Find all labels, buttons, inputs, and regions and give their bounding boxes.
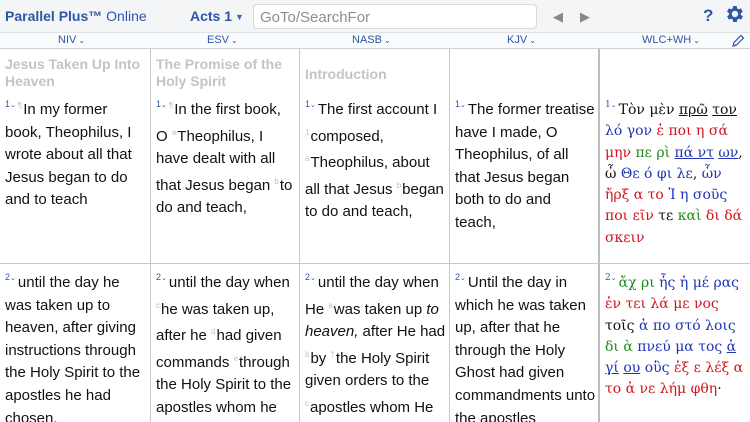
- greek-word[interactable]: Τὸν μὲν: [619, 102, 679, 118]
- greek-word[interactable]: ἐν τει λά με νος: [605, 296, 719, 312]
- verse-2[interactable]: 2⌄ ἄχ ρι ἧς ἡ μέ ρας ἐν τει λά με νος τοῖ…: [605, 268, 749, 401]
- verse-number[interactable]: 2⌄: [605, 273, 617, 283]
- footnote-marker[interactable]: b: [397, 181, 401, 190]
- greek-word[interactable]: ἤρξ α το: [605, 187, 668, 203]
- chevron-down-icon: ⌄: [529, 36, 536, 45]
- footnote-marker[interactable]: b: [305, 350, 309, 359]
- chevron-down-icon: ⌄: [231, 36, 238, 45]
- verse-1[interactable]: 1⌄ The first account I 1composed, aTheoph…: [305, 93, 447, 224]
- help-icon[interactable]: ?: [703, 6, 713, 26]
- next-chapter-icon[interactable]: ▶: [580, 9, 590, 25]
- column-wlc-wh: 1⌄ Τὸν μὲν πρῶ τον λό γον ἐ ποι η σά μην …: [600, 49, 750, 422]
- version-selector-wlc-wh[interactable]: WLC+WH ⌄: [642, 34, 700, 46]
- greek-word[interactable]: πνεύ μα τος: [633, 339, 727, 355]
- greek-word[interactable]: ὧν: [702, 166, 722, 182]
- book-chapter-selector[interactable]: Acts 1 ▼: [190, 8, 244, 24]
- footnote-marker[interactable]: a: [305, 154, 309, 163]
- greek-word[interactable]: ου: [623, 360, 640, 376]
- greek-word[interactable]: ἀ νε λήμ φθη: [621, 381, 718, 397]
- version-selector-niv[interactable]: NIV ⌄: [58, 34, 85, 46]
- verse-2[interactable]: 2⌄ until the day he was taken up to heave…: [5, 266, 145, 422]
- footnote-marker[interactable]: c: [305, 399, 309, 408]
- version-selector-kjv[interactable]: KJV ⌄: [507, 34, 536, 46]
- verse-2[interactable]: 2⌄ until the day when che was taken up, a…: [156, 266, 298, 422]
- greek-word[interactable]: ,: [693, 166, 702, 182]
- section-heading: The Promise of the Holy Spirit: [156, 56, 283, 89]
- version-header: NIV ⌄ ESV ⌄ NASB ⌄ KJV ⌄ WLC+WH ⌄: [0, 33, 750, 49]
- verse-number[interactable]: 1⌄: [5, 99, 16, 109]
- greek-text[interactable]: Τὸν μὲν πρῶ τον λό γον ἐ ποι η σά μην πε…: [605, 102, 743, 246]
- footnote-marker[interactable]: †: [330, 350, 334, 359]
- footnote-marker[interactable]: b: [274, 177, 278, 186]
- greek-word[interactable]: πε ρὶ: [631, 145, 675, 161]
- verse-number[interactable]: 1⌄: [605, 100, 617, 110]
- section-heading: Jesus Taken Up Into Heaven: [5, 56, 141, 89]
- previous-chapter-icon[interactable]: ◀: [553, 9, 563, 25]
- greek-word[interactable]: οὓς: [640, 360, 674, 376]
- greek-word[interactable]: λό γον: [605, 123, 657, 139]
- greek-word[interactable]: γί: [605, 360, 619, 376]
- greek-word[interactable]: τε: [658, 208, 677, 224]
- greek-word[interactable]: πά ντ: [675, 145, 714, 161]
- greek-word[interactable]: τοῖς: [605, 318, 635, 334]
- pencil-icon[interactable]: [731, 34, 745, 48]
- column-kjv: 1⌄ The former treatise have I made, O The…: [450, 49, 598, 422]
- chevron-down-icon: ▼: [235, 12, 244, 22]
- greek-word[interactable]: Θε ό φι λε: [616, 166, 693, 182]
- verse-1[interactable]: 1⌄ Τὸν μὲν πρῶ τον λό γον ἐ ποι η σά μην …: [605, 95, 749, 249]
- footnote-marker[interactable]: e: [234, 354, 238, 363]
- verse-2[interactable]: 2⌄ until the day when He awas taken up to…: [305, 266, 449, 422]
- greek-word[interactable]: τον: [712, 102, 737, 118]
- greek-word[interactable]: πρῶ: [679, 102, 708, 118]
- chevron-down-icon: ⌄: [78, 36, 86, 45]
- verse-number[interactable]: 2⌄: [156, 272, 167, 282]
- verse-1[interactable]: 1⌄ ¶In the first book, O aTheophilus, I h…: [156, 93, 294, 220]
- greek-word[interactable]: ·: [717, 381, 721, 397]
- greek-word[interactable]: καὶ: [678, 208, 702, 224]
- version-selector-esv[interactable]: ESV ⌄: [207, 34, 238, 46]
- app-title: Parallel Plus™ Online: [5, 8, 147, 24]
- goto-search-input[interactable]: GoTo/SearchFor: [253, 4, 537, 29]
- verse-number[interactable]: 2⌄: [5, 272, 16, 282]
- verse-number[interactable]: 2⌄: [455, 272, 466, 282]
- greek-word[interactable]: ἄχ ρι: [619, 275, 660, 291]
- column-niv: Jesus Taken Up Into Heaven 1⌄ ¶In my form…: [0, 49, 150, 422]
- column-nasb: Introduction 1⌄ The first account I 1comp…: [300, 49, 449, 422]
- verse-number[interactable]: 1⌄: [156, 99, 167, 109]
- greek-word[interactable]: ἧς ἡ μέ ρας: [659, 275, 739, 291]
- greek-word[interactable]: Ἰ η σοῦς: [668, 187, 727, 203]
- verse-1[interactable]: 1⌄ The former treatise have I made, O The…: [455, 93, 595, 235]
- greek-word[interactable]: ων: [718, 145, 738, 161]
- footnote-marker[interactable]: c: [156, 301, 160, 310]
- section-heading: Introduction: [305, 66, 387, 82]
- footnote-marker[interactable]: ¶: [169, 101, 173, 110]
- top-toolbar: Parallel Plus™ Online Acts 1 ▼ GoTo/Searc…: [0, 0, 750, 33]
- footnote-marker[interactable]: a: [328, 301, 332, 310]
- greek-word[interactable]: δι ὰ: [605, 339, 633, 355]
- verse-number[interactable]: 1⌄: [455, 99, 466, 109]
- gear-icon[interactable]: [723, 3, 745, 25]
- verse-number[interactable]: 1⌄: [305, 99, 316, 109]
- chevron-down-icon: ⌄: [383, 36, 391, 45]
- chevron-down-icon: ⌄: [693, 36, 700, 45]
- column-esv: The Promise of the Holy Spirit 1⌄ ¶In the…: [151, 49, 299, 422]
- footnote-marker[interactable]: 1: [305, 128, 309, 137]
- verse-number[interactable]: 2⌄: [305, 272, 316, 282]
- greek-word[interactable]: ποι εῖν: [605, 208, 658, 224]
- footnote-marker[interactable]: d: [211, 327, 215, 336]
- footnote-marker[interactable]: ¶: [18, 101, 22, 110]
- footnote-marker[interactable]: a: [172, 128, 176, 137]
- greek-word[interactable]: ἁ: [727, 339, 736, 355]
- verse-1[interactable]: 1⌄ ¶In my former book, Theophilus, I wrot…: [5, 93, 145, 212]
- greek-text[interactable]: ἄχ ρι ἧς ἡ μέ ρας ἐν τει λά με νος τοῖς …: [605, 275, 743, 397]
- greek-word[interactable]: ἀ πο στό λοις: [635, 318, 736, 334]
- verse-2[interactable]: 2⌄ Until the day in which he was taken up…: [455, 266, 597, 422]
- version-selector-nasb[interactable]: NASB ⌄: [352, 34, 391, 46]
